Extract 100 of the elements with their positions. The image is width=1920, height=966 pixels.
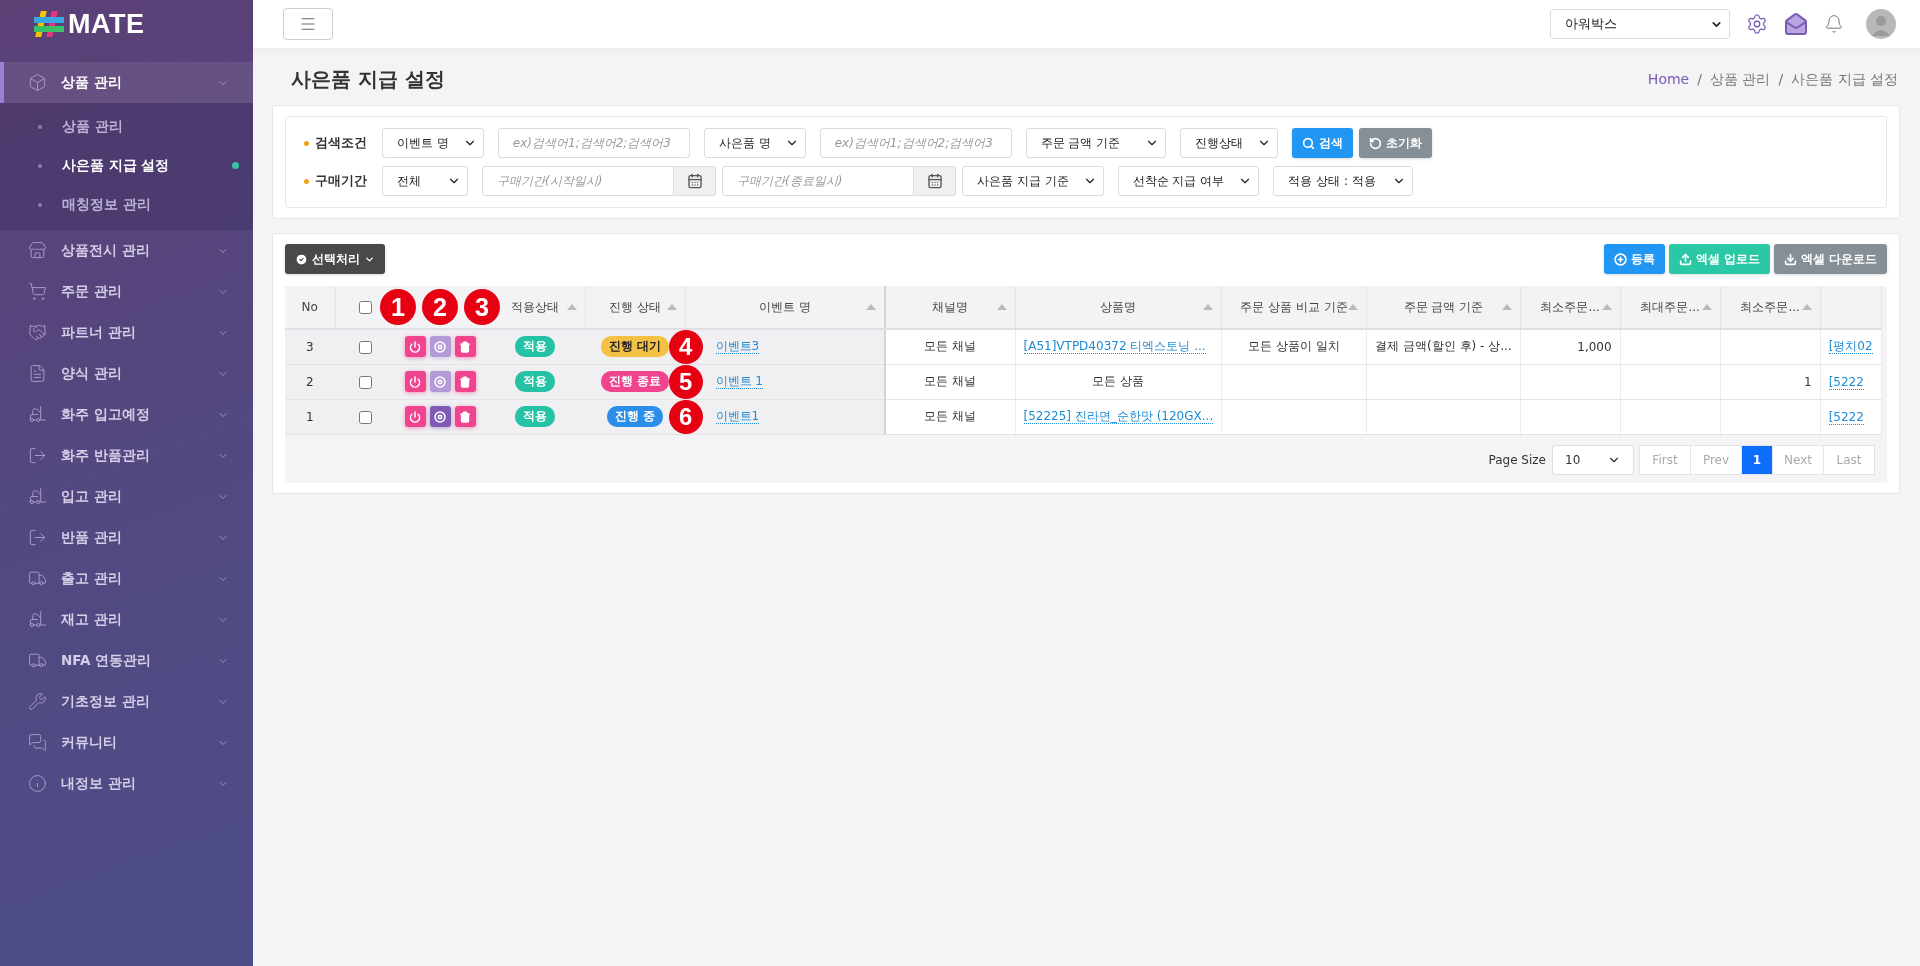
column-header[interactable]: 최대주문... [1640, 298, 1700, 316]
submenu-item[interactable]: 매칭정보 관리 [38, 185, 253, 224]
avatar-icon[interactable] [1866, 9, 1896, 39]
stop-icon [434, 375, 446, 388]
sidebar-item[interactable]: 입고 관리 [0, 476, 253, 517]
reset-icon [1368, 136, 1382, 150]
stop-button[interactable] [429, 371, 451, 392]
calendar-button[interactable] [914, 166, 956, 196]
select-field[interactable]: 적용 상태 : 적용 [1273, 166, 1414, 196]
date-field[interactable]: 구매기간(종료일시) [722, 166, 914, 196]
sidebar-item[interactable]: NFA 연동관리 [0, 640, 253, 681]
event-link[interactable]: 이벤트3 [715, 339, 760, 355]
power-button[interactable] [404, 371, 426, 392]
submenu-item[interactable]: 상품 관리 [38, 107, 253, 146]
search-field[interactable]: ex)검색어1;검색어2;검색어3 [819, 128, 1012, 158]
sidebar-item[interactable]: 기초정보 관리 [0, 681, 253, 722]
filter-label: 검색조건 [292, 134, 376, 152]
toolbar-button[interactable]: 엑셀 다운로드 [1773, 244, 1887, 274]
bell-icon[interactable] [1824, 14, 1844, 34]
reset-button[interactable]: 초기화 [1358, 128, 1432, 158]
mail-icon[interactable] [1784, 12, 1808, 36]
select-field[interactable]: 전체 [382, 166, 468, 196]
sidebar-item[interactable]: 재고 관리 [0, 599, 253, 640]
sidebar-item[interactable]: 커뮤니티 [0, 722, 253, 763]
delete-button[interactable] [454, 371, 476, 392]
sidebar-item[interactable]: 상품 관리 [0, 62, 253, 103]
column-header[interactable]: 주문 상품 비교 기준 [1240, 298, 1348, 316]
sidebar-item[interactable]: 상품전시 관리 [0, 230, 253, 271]
date-field[interactable]: 구매기간(시작일시) [482, 166, 674, 196]
event-link[interactable]: 이벤트 1 [715, 374, 763, 389]
select-field[interactable]: 이벤트 명 [382, 128, 484, 158]
search-button[interactable]: 검색 [1291, 128, 1353, 158]
table-cell: 2 [305, 374, 314, 389]
sidebar-item[interactable]: 파트너 관리 [0, 312, 253, 353]
progress-status-badge: 진행 중 [607, 406, 663, 427]
search-field[interactable]: ex)검색어1;검색어2;검색어3 [497, 128, 690, 158]
callout-number: 4 [668, 330, 703, 364]
table-cell: 1 [1804, 374, 1812, 389]
trash-icon [459, 375, 471, 388]
sidebar-item[interactable]: 출고 관리 [0, 558, 253, 599]
power-icon [409, 340, 421, 353]
table-cell: 1 [305, 409, 314, 424]
column-header[interactable]: 최소주문... [1540, 298, 1600, 316]
callout-number: 5 [668, 364, 703, 399]
breadcrumb-link[interactable]: Home [1647, 70, 1690, 89]
column-header[interactable]: 적용상태 [511, 298, 559, 316]
submenu-item[interactable]: 사은품 지급 설정 [38, 146, 253, 185]
sidebar-item[interactable]: 주문 관리 [0, 271, 253, 312]
apply-status-badge: 적용 [515, 336, 555, 358]
delete-button[interactable] [454, 336, 476, 358]
select-field[interactable]: 사은품 명 [703, 128, 806, 158]
sidebar-item[interactable]: 화주 반품관리 [0, 435, 253, 476]
calendar-button[interactable] [674, 166, 716, 196]
calendar-icon [926, 173, 943, 189]
select-field[interactable]: 사은품 지급 기준 [962, 166, 1104, 196]
stop-button[interactable] [429, 406, 451, 427]
table-cell: 모든 상품 [1092, 374, 1145, 388]
sidebar-item[interactable]: 반품 관리 [0, 517, 253, 558]
table-cell: 모든 채널 [924, 409, 977, 423]
power-button[interactable] [404, 406, 426, 427]
breadcrumb-item: 사은품 지급 설정 [1791, 70, 1898, 89]
power-button[interactable] [404, 336, 426, 358]
stop-button[interactable] [429, 336, 451, 358]
logo-icon [34, 10, 64, 38]
row-checkbox[interactable] [358, 340, 372, 354]
search-icon [1301, 136, 1315, 150]
trash-icon [459, 340, 471, 353]
settings-icon[interactable] [1746, 13, 1768, 35]
table-cell: 모든 상품이 일치 [1248, 339, 1341, 354]
page-button[interactable]: 1 [1741, 444, 1773, 475]
callout-number: 3 [464, 289, 500, 325]
bulk-action-button[interactable]: 선택처리 [285, 244, 385, 274]
column-header[interactable]: 최소주문... [1740, 298, 1800, 316]
breadcrumb-separator: / [1697, 70, 1702, 89]
row-checkbox[interactable] [358, 375, 372, 389]
sidebar-item[interactable]: 양식 관리 [0, 353, 253, 394]
sidebar-item[interactable]: 화주 입고예정 [0, 394, 253, 435]
sidebar-item[interactable]: 내정보 관리 [0, 763, 253, 804]
column-header[interactable]: 채널명 [932, 298, 969, 316]
menu-button[interactable] [283, 8, 333, 40]
column-header[interactable]: No [301, 300, 318, 314]
select-field[interactable]: 선착순 지급 여부 [1117, 166, 1260, 196]
callout-number: 1 [380, 289, 416, 325]
column-header[interactable]: 주문 금액 기준 [1403, 298, 1484, 316]
company-select[interactable]: 아워박스 [1550, 9, 1730, 39]
page-size-select[interactable]: 10 [1552, 444, 1634, 475]
delete-button[interactable] [454, 406, 476, 427]
row-checkbox[interactable] [358, 410, 372, 424]
event-link[interactable]: 이벤트1 [715, 409, 760, 424]
table-cell: 1,000 [1577, 339, 1612, 354]
download-icon [1783, 252, 1797, 266]
select-field[interactable]: 주문 금액 기준 [1025, 128, 1166, 158]
column-header[interactable]: 이벤트 명 [758, 298, 811, 316]
select-field[interactable]: 진행상태 [1179, 128, 1278, 158]
toolbar-button[interactable]: 등록 [1603, 244, 1665, 274]
select-all-checkbox[interactable] [358, 301, 372, 314]
filter-label: 구매기간 [292, 172, 376, 190]
apply-status-badge: 적용 [515, 371, 555, 392]
column-header[interactable]: 상품명 [1100, 298, 1137, 316]
column-header[interactable]: 진행 상태 [609, 298, 661, 316]
